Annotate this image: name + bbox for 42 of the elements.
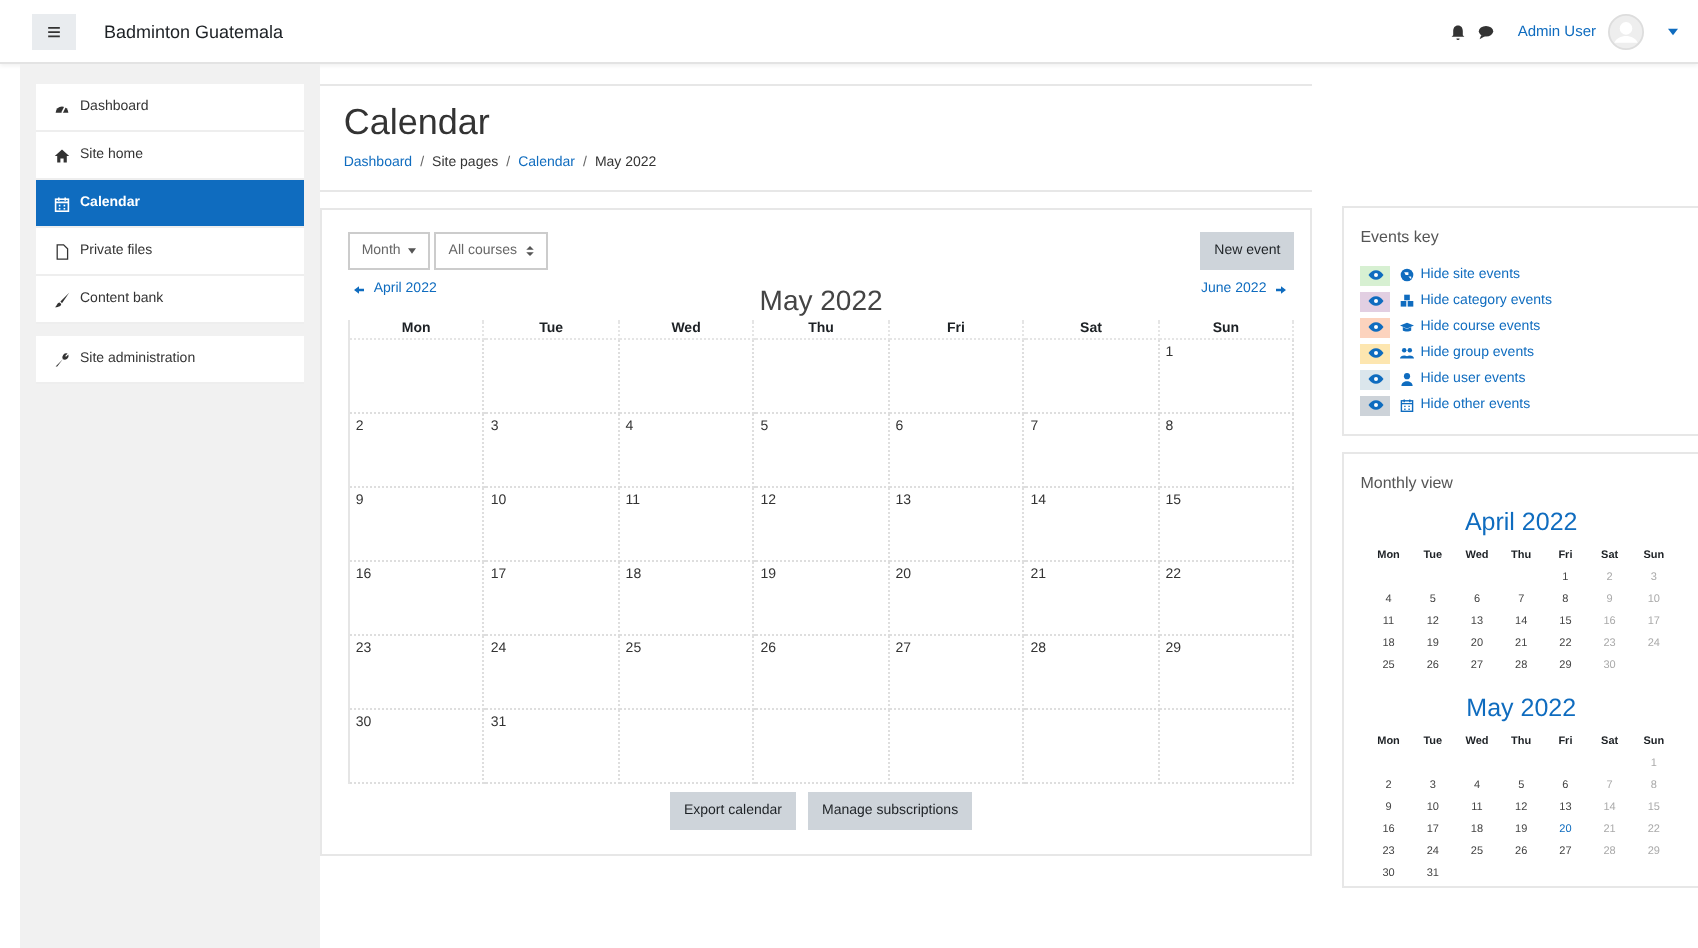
calendar-icon — [54, 195, 70, 211]
site-name[interactable]: Badminton Guatemala — [104, 21, 284, 41]
block-title: Monthly view — [1360, 474, 1455, 492]
eye-icon[interactable] — [1360, 291, 1391, 311]
empty-day-cell — [754, 710, 890, 784]
bell-icon[interactable] — [1449, 23, 1466, 39]
arrow-right-icon — [1276, 285, 1287, 293]
empty-day-cell — [619, 710, 755, 784]
empty-day-cell — [754, 340, 890, 414]
eye-icon[interactable] — [1360, 369, 1391, 389]
empty-day-cell — [1024, 710, 1160, 784]
month-title[interactable]: May 2022 — [1360, 694, 1682, 722]
page-title: Calendar — [343, 102, 492, 144]
users-icon — [1400, 346, 1415, 360]
cubes-icon — [1400, 294, 1415, 308]
sort-icon — [525, 246, 534, 256]
eye-icon[interactable] — [1360, 395, 1391, 415]
month-title[interactable]: April 2022 — [1360, 508, 1682, 536]
empty-day-cell — [619, 340, 755, 414]
brush-icon — [54, 291, 70, 307]
arrow-left-icon — [353, 285, 364, 293]
home-icon — [54, 147, 70, 163]
empty-day-cell — [889, 710, 1025, 784]
user-icon — [1400, 372, 1415, 386]
menu-button[interactable]: ≡ — [32, 13, 76, 49]
file-icon — [54, 243, 70, 259]
eye-icon[interactable] — [1360, 317, 1391, 337]
empty-day-cell — [889, 340, 1025, 414]
caret-icon[interactable] — [1668, 27, 1678, 35]
graduation-cap-icon — [1400, 320, 1415, 334]
empty-day-cell — [1159, 710, 1295, 784]
empty-day-cell — [484, 340, 620, 414]
wrench-icon — [54, 351, 70, 367]
chat-icon[interactable] — [1477, 23, 1494, 39]
empty-day-cell — [1024, 340, 1160, 414]
caret-icon — [408, 248, 417, 254]
month-title: May 2022 — [759, 284, 883, 316]
calendar-icon — [1400, 398, 1415, 412]
globe-icon — [1400, 268, 1415, 282]
block-title: Events key — [1360, 228, 1441, 246]
eye-icon[interactable] — [1360, 265, 1391, 285]
eye-icon[interactable] — [1360, 343, 1391, 363]
